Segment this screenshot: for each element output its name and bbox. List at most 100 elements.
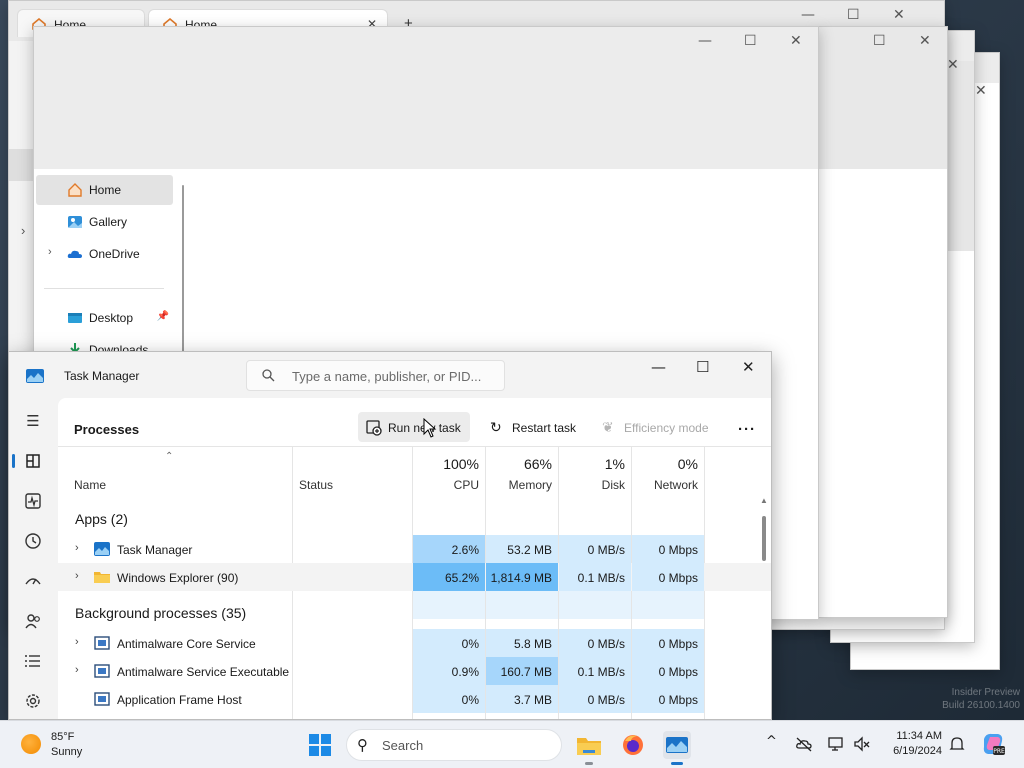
table-row[interactable]: › Antimalware Core Service 0% 5.8 MB 0 M… — [58, 629, 771, 657]
service-app-icon — [94, 692, 110, 706]
system-clock[interactable]: 11:34 AM 6/19/2024 — [878, 729, 942, 759]
cpu-cell: 65.2% — [413, 563, 485, 591]
network-cell: 0 Mbps — [632, 535, 704, 563]
service-app-icon — [94, 636, 110, 650]
efficiency-mode-button[interactable]: ❦ Efficiency mode — [594, 412, 716, 442]
column-cpu[interactable]: CPU — [412, 478, 479, 492]
close-icon[interactable]: ✕ — [947, 57, 959, 73]
group-apps: Apps (2) — [75, 511, 128, 527]
taskbar-task-manager[interactable] — [663, 731, 691, 765]
chevron-right-icon[interactable]: › — [75, 570, 79, 582]
maximize-icon[interactable]: ☐ — [873, 33, 886, 49]
column-status[interactable]: Status — [299, 478, 333, 492]
vertical-scrollbar[interactable]: ▲ — [760, 496, 768, 718]
chevron-right-icon[interactable]: › — [48, 246, 52, 258]
taskbar-search[interactable]: ⚲ Search — [346, 729, 562, 761]
app-history-icon[interactable] — [23, 531, 43, 551]
maximize-icon[interactable]: ☐ — [696, 358, 709, 376]
chevron-right-icon[interactable]: › — [21, 223, 25, 238]
startup-apps-icon[interactable] — [23, 571, 43, 591]
chevron-right-icon[interactable]: › — [75, 664, 79, 676]
column-disk[interactable]: Disk — [558, 478, 625, 492]
column-network[interactable]: Network — [631, 478, 698, 492]
start-button[interactable] — [309, 734, 331, 756]
processes-icon[interactable] — [23, 451, 43, 471]
scroll-up-icon[interactable]: ▲ — [760, 496, 768, 505]
cpu-total[interactable]: 100% — [412, 456, 479, 472]
cpu-cell: 0.9% — [413, 657, 485, 685]
task-manager-logo-icon — [26, 369, 44, 383]
performance-icon[interactable] — [23, 491, 43, 511]
more-options-button[interactable]: ··· — [728, 412, 764, 442]
minimize-icon[interactable]: — — [698, 33, 712, 49]
notifications-icon[interactable] — [948, 735, 966, 753]
search-icon: ⚲ — [357, 736, 368, 754]
restart-task-button[interactable]: ↻ Restart task — [482, 412, 582, 442]
minimize-icon[interactable]: — — [801, 7, 815, 23]
nav-item-home[interactable]: Home — [36, 175, 173, 205]
run-task-icon — [366, 420, 382, 436]
maximize-icon[interactable]: ☐ — [744, 33, 757, 49]
table-row[interactable]: Application Frame Host 0% 3.7 MB 0 MB/s … — [58, 685, 771, 713]
nav-item-onedrive[interactable]: › OneDrive — [36, 239, 173, 269]
close-icon[interactable]: ✕ — [919, 33, 931, 49]
chevron-right-icon[interactable]: › — [75, 636, 79, 648]
sort-arrow-icon[interactable]: ⌃ — [165, 451, 173, 462]
cloud-offline-icon[interactable] — [795, 735, 813, 753]
cpu-cell: 0% — [413, 685, 485, 713]
memory-cell: 1,814.9 MB — [486, 563, 558, 591]
processes-page: Processes Run new task ↻ Restart task ❦ … — [58, 398, 771, 719]
firefox-icon — [623, 735, 643, 755]
speaker-muted-icon[interactable] — [853, 735, 871, 753]
disk-cell: 0.1 MB/s — [559, 657, 631, 685]
tray-overflow-icon[interactable]: ^ — [766, 734, 777, 749]
leaf-icon: ❦ — [602, 420, 614, 436]
weather-widget[interactable]: 85°F Sunny — [51, 730, 82, 760]
scrollbar-thumb[interactable] — [762, 516, 766, 561]
memory-cell: 3.7 MB — [486, 685, 558, 713]
table-row[interactable]: › Antimalware Service Executable 0.9% 16… — [58, 657, 771, 685]
column-name[interactable]: Name — [74, 478, 106, 492]
restart-icon: ↻ — [490, 420, 502, 436]
details-icon[interactable] — [23, 651, 43, 671]
close-icon[interactable]: ✕ — [975, 83, 987, 99]
home-icon — [68, 183, 82, 197]
pin-icon[interactable]: 📌 — [157, 311, 169, 322]
nav-scrollbar[interactable] — [182, 185, 184, 355]
network-total[interactable]: 0% — [631, 456, 698, 472]
run-new-task-button[interactable]: Run new task — [358, 412, 470, 442]
chevron-right-icon[interactable]: › — [75, 542, 79, 554]
sun-icon[interactable] — [21, 734, 41, 754]
disk-cell: 0 MB/s — [559, 535, 631, 563]
selected-indicator — [12, 454, 15, 468]
nav-selection — [9, 149, 33, 181]
search-icon — [262, 369, 275, 382]
service-app-icon — [94, 664, 110, 678]
close-icon[interactable]: ✕ — [790, 33, 802, 49]
users-icon[interactable] — [23, 611, 43, 631]
nav-item-desktop[interactable]: Desktop 📌 — [36, 303, 173, 333]
close-icon[interactable]: ✕ — [893, 7, 905, 23]
minimize-icon[interactable]: — — [651, 358, 666, 376]
services-icon[interactable] — [23, 691, 43, 711]
cloud-icon — [67, 250, 82, 258]
copilot-icon[interactable]: PRE — [980, 731, 1006, 757]
taskbar-file-explorer[interactable] — [575, 731, 603, 765]
downloads-icon — [70, 343, 80, 351]
hamburger-icon[interactable]: ☰ — [23, 412, 43, 432]
nav-item-gallery[interactable]: Gallery — [36, 207, 173, 237]
network-cell: 0 Mbps — [632, 563, 704, 591]
network-icon[interactable] — [827, 735, 845, 753]
table-row[interactable]: › Windows Explorer (90) 65.2% 1,814.9 MB… — [58, 563, 771, 591]
nav-item-downloads[interactable]: Downloads — [36, 335, 173, 351]
close-icon[interactable]: ✕ — [742, 358, 755, 376]
search-input[interactable]: Type a name, publisher, or PID... — [246, 360, 505, 391]
table-row[interactable]: › Task Manager 2.6% 53.2 MB 0 MB/s 0 Mbp… — [58, 535, 771, 563]
column-memory[interactable]: Memory — [485, 478, 552, 492]
maximize-icon[interactable]: ☐ — [847, 7, 860, 23]
memory-total[interactable]: 66% — [485, 456, 552, 472]
disk-total[interactable]: 1% — [558, 456, 625, 472]
taskbar-firefox[interactable] — [619, 731, 647, 759]
mouse-cursor-icon — [423, 418, 437, 438]
folder-icon — [94, 572, 110, 583]
